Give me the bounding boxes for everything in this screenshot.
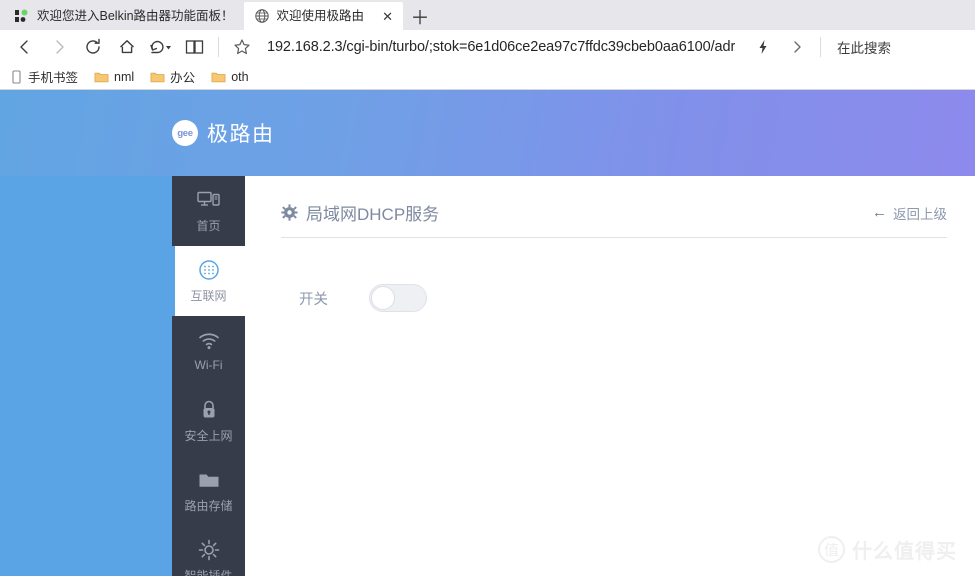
back-button[interactable]: [8, 32, 42, 62]
home-button[interactable]: [110, 32, 144, 62]
star-icon: [234, 39, 250, 55]
bookmark-label: 手机书签: [28, 71, 79, 85]
sidebar-item-security[interactable]: 安全上网: [172, 386, 245, 456]
reading-view-icon: [185, 40, 204, 54]
router-page-header: gee 极路由: [0, 90, 975, 176]
gear-icon: [281, 204, 298, 221]
sidebar-item-label: 首页: [196, 218, 221, 233]
router-sidebar: 首页 互联网 Wi-Fi 安全上网 路由存储 智能插件: [172, 176, 245, 576]
tab-close-button[interactable]: ✕: [364, 10, 393, 23]
bookmark-label: oth: [231, 69, 249, 84]
watermark-text: 什么值得买: [852, 541, 957, 563]
bookmark-nml[interactable]: nml: [94, 70, 134, 84]
wifi-icon: [197, 330, 221, 352]
sidebar-item-storage[interactable]: 路由存储: [172, 456, 245, 526]
sun-icon: [197, 539, 221, 561]
search-divider: [820, 37, 821, 57]
tab-belkin[interactable]: 欢迎您进入Belkin路由器功能面板！: [4, 2, 244, 30]
page-body: 首页 互联网 Wi-Fi 安全上网 路由存储 智能插件 局域网DHCP服务 ← …: [0, 176, 975, 576]
sidebar-item-home[interactable]: 首页: [172, 176, 245, 246]
sidebar-item-label: Wi-Fi: [194, 358, 223, 372]
watermark-badge: 值: [818, 536, 845, 563]
toolbar-divider: [218, 37, 219, 57]
folder-icon: [150, 70, 165, 84]
folder-icon: [211, 70, 226, 84]
history-back-icon: [150, 40, 171, 54]
new-tab-button[interactable]: ＋: [403, 2, 437, 30]
belkin-favicon-icon: [14, 8, 30, 24]
gee-logo-icon: gee: [172, 120, 198, 146]
dhcp-toggle-switch[interactable]: [369, 284, 427, 312]
browser-window: 欢迎您进入Belkin路由器功能面板！ 欢迎使用极路由 ✕ ＋ 192.168.…: [0, 0, 975, 576]
sidebar-item-label: 互联网: [190, 288, 227, 303]
search-input[interactable]: 在此搜索: [827, 37, 967, 57]
watermark: 值 什么值得买: [818, 535, 957, 564]
globe-icon: [197, 259, 221, 281]
lightning-icon: [759, 40, 767, 54]
tab-title: 欢迎使用极路由: [276, 9, 365, 23]
home-icon: [120, 40, 134, 54]
page-title: 局域网DHCP服务: [306, 205, 440, 224]
left-arrow-icon: ←: [872, 204, 887, 221]
sidebar-item-label: 路由存储: [184, 498, 233, 513]
globe-favicon-icon: [254, 8, 270, 24]
sidebar-item-label: 安全上网: [184, 428, 233, 443]
desktop-icon: [196, 189, 222, 211]
brand-name: 极路由: [207, 123, 275, 146]
reload-button[interactable]: [76, 32, 110, 62]
history-back-button[interactable]: [144, 32, 178, 62]
tab-title: 欢迎您进入Belkin路由器功能面板！: [37, 9, 234, 23]
switch-label: 开关: [299, 291, 328, 308]
folder-icon: [197, 469, 221, 491]
content-panel: 局域网DHCP服务 ← 返回上级 开关 值 什么值得买: [245, 176, 975, 576]
page-title-group: 局域网DHCP服务: [281, 200, 439, 225]
url-text: 192.168.2.3/cgi-bin/turbo/;stok=6e1d06ce…: [267, 39, 736, 55]
reading-view-button[interactable]: [178, 32, 212, 62]
browser-toolbar: 192.168.2.3/cgi-bin/turbo/;stok=6e1d06ce…: [0, 30, 975, 64]
sidebar-item-internet[interactable]: 互联网: [172, 246, 245, 316]
tab-jiluyou[interactable]: 欢迎使用极路由 ✕: [243, 2, 403, 30]
address-bar-actions: 在此搜索: [746, 32, 967, 62]
sidebar-item-label: 智能插件: [184, 568, 233, 576]
content-header: 局域网DHCP服务 ← 返回上级: [281, 200, 947, 238]
logo-text: gee: [177, 127, 193, 139]
chevron-right-icon: [794, 41, 801, 53]
forward-arrow-icon: [56, 40, 64, 54]
back-arrow-icon: [20, 40, 28, 54]
tab-strip: 欢迎您进入Belkin路由器功能面板！ 欢迎使用极路由 ✕ ＋: [0, 0, 975, 30]
back-to-parent-button[interactable]: ← 返回上级: [872, 203, 947, 223]
favorite-button[interactable]: [225, 32, 259, 62]
phone-icon: [10, 69, 23, 84]
folder-icon: [94, 70, 109, 84]
bookmark-oth[interactable]: oth: [211, 69, 249, 84]
sidebar-item-wifi[interactable]: Wi-Fi: [172, 316, 245, 386]
page-left-background: [0, 176, 172, 576]
forward-button[interactable]: [42, 32, 76, 62]
page-viewport: gee 极路由 首页 互联网 Wi-Fi 安全上网 路由存储 智能插件 局域网D…: [0, 90, 975, 576]
brand: gee 极路由: [172, 118, 275, 148]
bookmark-bangong[interactable]: 办公: [150, 67, 195, 86]
address-bar[interactable]: 192.168.2.3/cgi-bin/turbo/;stok=6e1d06ce…: [225, 32, 746, 62]
bookmark-label: 办公: [170, 71, 196, 85]
bookmark-label: nml: [114, 69, 135, 84]
bookmarks-bar: 手机书签 nml 办公 oth: [0, 64, 975, 90]
lightning-button[interactable]: [746, 32, 780, 62]
toggle-knob: [371, 286, 395, 310]
reload-icon: [86, 38, 100, 54]
back-label: 返回上级: [893, 206, 947, 222]
bookmark-phone[interactable]: 手机书签: [10, 67, 78, 86]
dhcp-switch-row: 开关: [281, 284, 947, 312]
go-button[interactable]: [780, 32, 814, 62]
sidebar-item-plugins[interactable]: 智能插件: [172, 526, 245, 576]
lock-icon: [199, 399, 219, 421]
